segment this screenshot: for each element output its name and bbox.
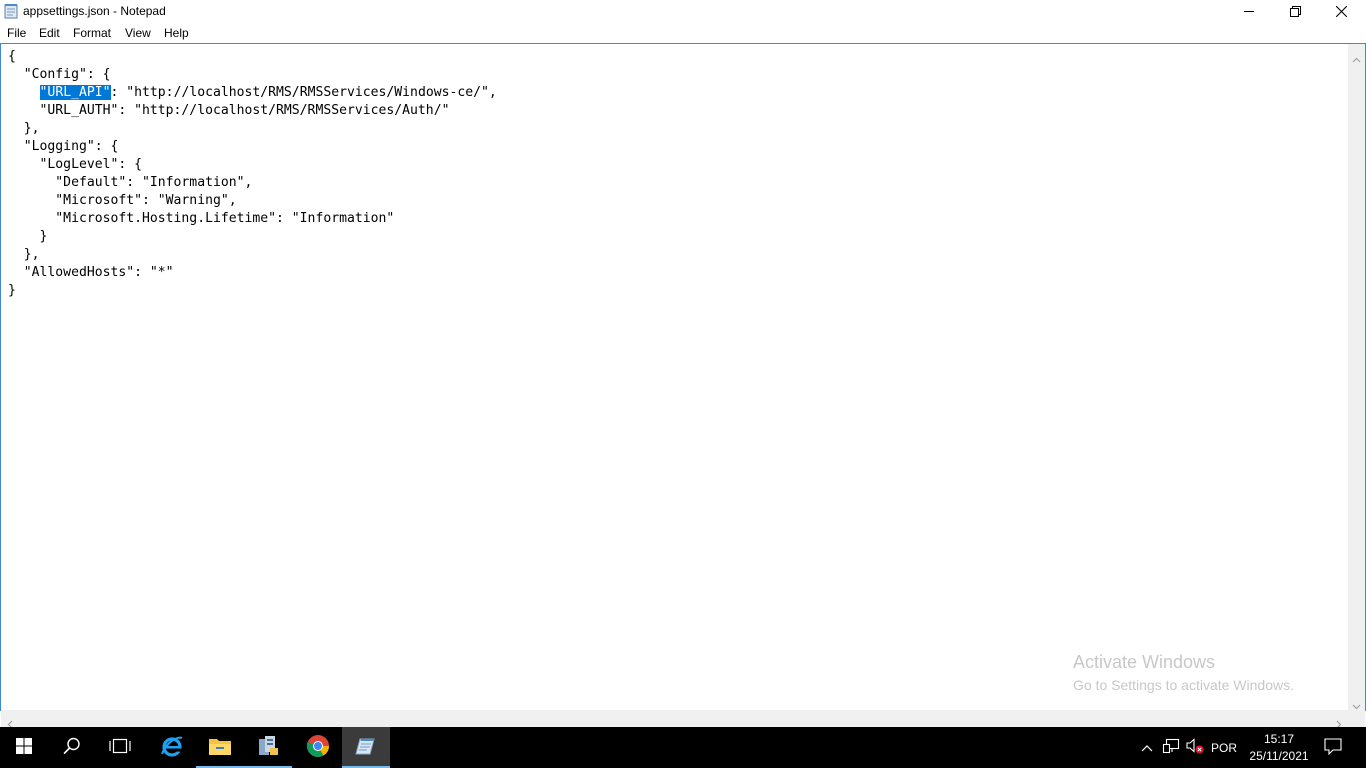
taskbar-file-explorer[interactable]	[196, 727, 244, 768]
text-after-selection: : "http://localhost/RMS/RMSServices/Wind…	[8, 85, 497, 298]
language-indicator[interactable]: POR	[1208, 727, 1240, 768]
folder-icon	[208, 736, 232, 760]
window-title: appsettings.json - Notepad	[23, 4, 166, 18]
menu-format[interactable]: Format	[73, 26, 111, 40]
network-icon	[1162, 738, 1180, 757]
notepad-icon	[4, 3, 18, 19]
clock-date: 25/11/2021	[1249, 749, 1309, 763]
volume-muted-icon	[1186, 738, 1204, 757]
title-bar: appsettings.json - Notepad	[0, 0, 1366, 22]
task-view-icon	[109, 738, 131, 758]
taskbar-chrome[interactable]	[294, 727, 342, 768]
task-view-button[interactable]	[96, 727, 144, 768]
taskbar-internet-explorer[interactable]	[148, 727, 196, 768]
menu-edit[interactable]: Edit	[39, 26, 60, 40]
restore-button[interactable]	[1272, 0, 1318, 22]
menu-view[interactable]: View	[125, 26, 151, 40]
chrome-icon	[306, 734, 330, 762]
chevron-up-icon	[1141, 741, 1153, 755]
search-icon	[63, 737, 81, 759]
text-editor[interactable]: { "Config": { "URL_API": "http://localho…	[0, 43, 1366, 711]
horizontal-scrollbar[interactable]	[1, 710, 1347, 729]
notepad-icon	[355, 735, 377, 761]
scrollbar-corner	[1347, 710, 1365, 727]
menu-bar: File Edit Format View Help	[0, 22, 1366, 43]
menu-file[interactable]: File	[7, 26, 26, 40]
minimize-button[interactable]	[1226, 0, 1272, 22]
selected-text: "URL_API"	[39, 85, 111, 100]
activation-watermark-title: Activate Windows	[1073, 652, 1216, 672]
close-button[interactable]	[1318, 0, 1364, 22]
taskbar: POR 15:17 25/11/2021	[0, 727, 1366, 768]
start-button[interactable]	[0, 727, 48, 768]
clock[interactable]: 15:17 25/11/2021	[1246, 731, 1312, 765]
action-center-button[interactable]	[1318, 727, 1348, 768]
network-button[interactable]	[1160, 727, 1182, 768]
scroll-right-icon[interactable]	[1334, 714, 1343, 729]
clock-time: 15:17	[1263, 732, 1295, 746]
minimize-icon	[1244, 6, 1254, 16]
editor-content[interactable]: { "Config": { "URL_API": "http://localho…	[8, 48, 497, 300]
search-button[interactable]	[48, 727, 96, 768]
notification-icon	[1324, 737, 1342, 758]
server-manager-icon	[256, 734, 280, 762]
menu-help[interactable]: Help	[164, 26, 189, 40]
volume-button[interactable]	[1184, 727, 1206, 768]
scroll-down-icon[interactable]	[1352, 696, 1361, 710]
close-icon	[1335, 5, 1347, 17]
vertical-scrollbar[interactable]	[1348, 44, 1365, 710]
scroll-left-icon[interactable]	[6, 714, 15, 729]
activation-watermark-subtitle: Go to Settings to activate Windows.	[1073, 677, 1294, 693]
internet-explorer-icon	[160, 734, 184, 762]
taskbar-notepad[interactable]	[342, 727, 390, 768]
show-hidden-icons-button[interactable]	[1137, 727, 1157, 768]
restore-icon	[1289, 5, 1301, 17]
scroll-up-icon[interactable]	[1352, 50, 1361, 63]
taskbar-server-manager[interactable]	[244, 727, 292, 768]
windows-logo-icon	[16, 737, 32, 758]
